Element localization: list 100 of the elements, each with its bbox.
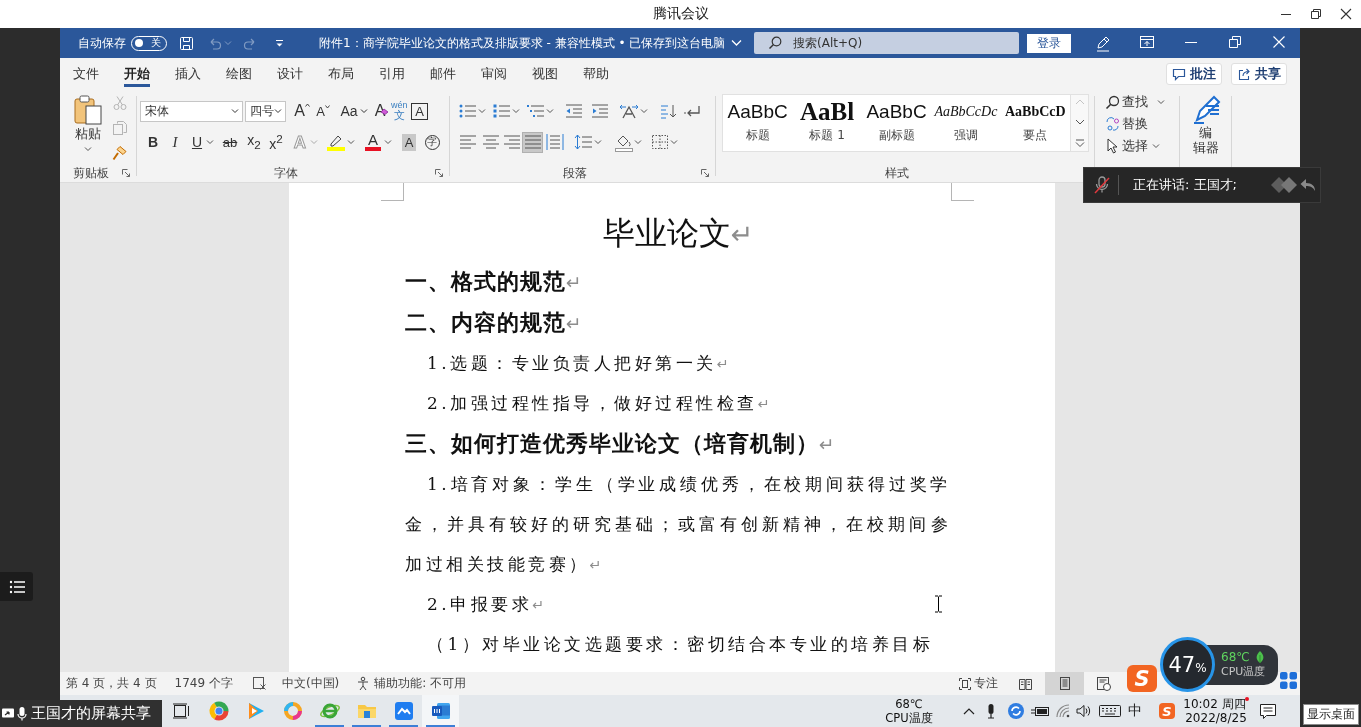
bullet-list-icon[interactable] [458,103,478,119]
microphone-icon[interactable] [1093,176,1111,194]
caret-icon[interactable] [594,139,602,145]
style-item[interactable]: AaBbCcD 要点 [1000,95,1071,151]
ribbon-tab[interactable]: 开始 [111,58,162,90]
style-item[interactable]: AaBl 标题 1 [792,95,862,151]
style-item[interactable]: AaBbC 标题 [723,95,793,151]
keyboard-icon[interactable] [1098,702,1122,720]
caret-icon[interactable] [1157,99,1165,105]
change-case-button[interactable]: Aa [339,101,369,121]
style-item[interactable]: AaBbC 副标题 [861,95,932,151]
task-view-icon[interactable] [172,703,190,719]
focus-button[interactable]: 专注 [958,675,998,692]
caret-icon[interactable] [359,108,368,114]
bold-button[interactable]: B [145,132,161,152]
paragraph-mark-icon[interactable] [683,104,701,118]
word-count-text[interactable]: 1749 个字 [174,675,233,692]
style-item[interactable]: AaBbCcDc 强调 [931,95,1001,151]
asian-layout-icon[interactable] [618,103,640,119]
save-icon[interactable] [179,35,194,51]
shrink-font-button[interactable]: A [315,101,331,121]
close-icon[interactable] [1339,7,1353,21]
ribbon-tab[interactable]: 帮助 [570,58,621,90]
caret-icon[interactable] [478,108,486,114]
character-shading-button[interactable]: A [400,132,418,152]
ribbon-tab[interactable]: 视图 [519,58,570,90]
back-arrow-icon[interactable] [1299,177,1317,193]
caret-icon[interactable] [84,146,92,152]
select-button[interactable]: 选择 [1095,135,1179,157]
sort-icon[interactable] [659,103,677,119]
restore-icon[interactable] [1309,7,1323,21]
page-count-text[interactable]: 第 4 页，共 4 页 [66,675,157,692]
sign-in-button[interactable]: 登录 [1027,33,1071,53]
ribbon-tab[interactable]: 邮件 [417,58,468,90]
caret-icon[interactable] [384,139,392,145]
comments-button[interactable]: 批注 [1166,63,1222,85]
font-color-button[interactable]: A [363,132,383,152]
caret-icon[interactable] [634,139,642,145]
caret-icon[interactable] [640,108,648,114]
superscript-button[interactable]: x$^{2}$ [267,132,285,152]
clock-date[interactable]: 2022/8/25 [1185,711,1247,725]
list-button[interactable] [0,572,33,601]
multilevel-list-icon[interactable] [526,103,546,119]
dialog-launcher-icon[interactable] [121,168,131,178]
scroll-down-icon[interactable] [1074,119,1085,125]
caret-icon[interactable] [512,108,520,114]
caret-icon[interactable] [1152,143,1160,149]
caret-icon[interactable] [206,139,214,145]
phonetic-guide-button[interactable]: wén 文 [391,100,408,122]
paintbrush-icon[interactable] [112,145,128,161]
taskbar-app-button[interactable] [422,695,459,727]
ribbon-tab[interactable]: 绘图 [213,58,264,90]
language-text[interactable]: 中文(中国) [281,675,340,692]
ribbon-tab[interactable]: 插入 [162,58,213,90]
ribbon-tab[interactable]: 文件 [60,58,111,90]
ribbon-tab[interactable]: 布局 [315,58,366,90]
borders-icon[interactable] [650,133,670,151]
caret-icon[interactable] [231,108,239,114]
italic-button[interactable]: I [167,132,183,152]
grow-font-button[interactable]: A [294,101,310,121]
character-border-button[interactable]: A [410,101,429,121]
alignment-button[interactable] [544,131,565,153]
chevron-down-icon[interactable] [731,39,743,47]
customize-icon[interactable] [275,38,284,48]
line-spacing-icon[interactable] [574,134,594,150]
ribbon-tab[interactable]: 设计 [264,58,315,90]
proofing-icon[interactable] [251,676,267,691]
paste-button[interactable]: 粘贴 [66,90,110,164]
font-size-dropdown[interactable]: 四号 [245,100,286,122]
notification-icon[interactable] [1258,702,1278,720]
replace-button[interactable]: 替换 [1095,113,1179,135]
alignment-button[interactable] [522,131,543,153]
strikethrough-button[interactable]: ab [221,132,239,152]
caret-icon[interactable] [274,108,282,114]
underline-button[interactable]: U [189,132,205,152]
ribbon-display-icon[interactable] [1139,34,1155,49]
search-field[interactable]: 搜索(Alt+Q) [754,32,1019,54]
editor-button[interactable]: 编 辑器 [1180,90,1231,155]
share-button[interactable]: 共享 [1231,63,1287,85]
input-mode-text[interactable]: 中 [1128,702,1142,720]
ribbon-tab[interactable]: 审阅 [468,58,519,90]
dialog-launcher-icon[interactable] [434,168,444,178]
subscript-button[interactable]: x$_{2}$ [245,132,263,152]
caret-icon[interactable] [347,139,355,145]
decrease-indent-icon[interactable] [564,103,584,119]
restore-icon[interactable] [1228,34,1242,49]
caret-icon[interactable] [670,139,678,145]
more-icon[interactable] [1074,139,1085,147]
view-button[interactable] [1045,672,1084,695]
find-button[interactable]: 查找 [1095,91,1179,113]
pen-icon[interactable] [1095,34,1111,52]
sync-icon[interactable] [1007,702,1025,720]
highlighter-icon[interactable] [326,133,346,151]
volume-icon[interactable] [1075,703,1091,719]
font-name-dropdown[interactable]: 宋体 [140,100,243,122]
accessibility-text[interactable]: 辅助功能: 不可用 [374,675,467,692]
ribbon-tab[interactable]: 引用 [366,58,417,90]
caret-icon[interactable] [546,108,554,114]
clock-time[interactable]: 10:02 周四 [1183,697,1246,711]
numbered-list-icon[interactable] [492,103,512,119]
